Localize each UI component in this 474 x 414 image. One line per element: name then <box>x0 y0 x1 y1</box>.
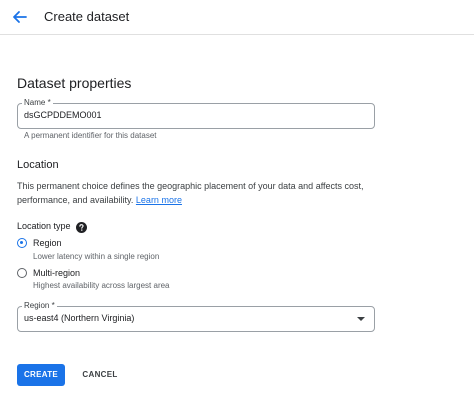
multi-region-option-sub: Highest availability across largest area <box>33 281 170 290</box>
region-radio[interactable] <box>17 238 27 248</box>
multi-region-radio[interactable] <box>17 268 27 278</box>
create-button[interactable]: CREATE <box>17 364 65 386</box>
section-heading-properties: Dataset properties <box>17 75 132 91</box>
arrow-left-icon[interactable] <box>10 7 30 27</box>
region-select-label: Region * <box>22 301 57 310</box>
name-field[interactable]: Name * dsGCPDDEMO001 <box>17 98 375 129</box>
name-field-value[interactable]: dsGCPDDEMO001 <box>24 110 102 120</box>
location-description-text: This permanent choice defines the geogra… <box>17 181 364 205</box>
cancel-button[interactable]: CANCEL <box>76 364 124 386</box>
location-description: This permanent choice defines the geogra… <box>17 179 377 207</box>
dropdown-caret-icon <box>357 317 365 321</box>
multi-region-option-label: Multi-region <box>33 268 81 278</box>
learn-more-link[interactable]: Learn more <box>136 195 182 205</box>
help-icon[interactable] <box>76 220 87 233</box>
region-select[interactable]: Region * us-east4 (Northern Virginia) <box>17 301 375 332</box>
region-option-sub: Lower latency within a single region <box>33 252 160 261</box>
region-select-value: us-east4 (Northern Virginia) <box>24 313 135 323</box>
section-heading-location: Location <box>17 159 59 171</box>
name-hint: A permanent identifier for this dataset <box>24 131 157 140</box>
region-option-label: Region <box>33 238 62 248</box>
name-field-label: Name * <box>22 98 53 107</box>
top-bar: Create dataset <box>0 0 474 35</box>
location-type-label: Location type <box>17 221 71 231</box>
page-title: Create dataset <box>44 9 130 24</box>
